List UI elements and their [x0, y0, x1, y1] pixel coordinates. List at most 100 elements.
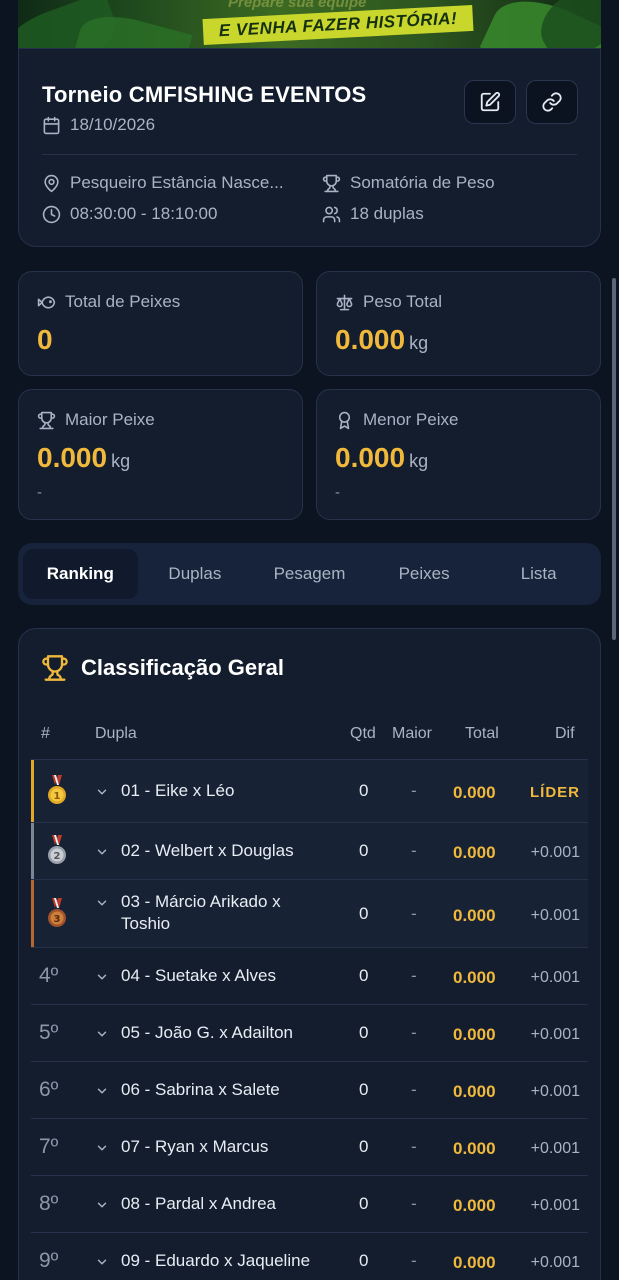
team-dif: +0.001: [530, 1026, 580, 1043]
tab-lista[interactable]: Lista: [481, 549, 596, 599]
stat-total-fish-label: Total de Peixes: [37, 292, 180, 312]
team-name: 06 - Sabrina x Salete: [121, 1080, 280, 1099]
team-maior: -: [411, 841, 417, 860]
team-maior: -: [411, 1251, 417, 1270]
chevron-down-icon[interactable]: [95, 1255, 109, 1269]
team-dif: LÍDER: [530, 784, 580, 801]
stat-total-weight-label: Peso Total: [335, 292, 442, 312]
table-row[interactable]: 1 01 - Eike x Léo 0 - 0.000 LÍDER: [31, 759, 588, 822]
team-total: 0.000: [453, 1025, 496, 1044]
table-row[interactable]: 2 02 - Welbert x Douglas 0 - 0.000 +0.00…: [31, 822, 588, 879]
team-position: 6º: [39, 1078, 59, 1101]
stat-biggest-label: Maior Peixe: [37, 410, 155, 430]
event-date-text: 18/10/2026: [70, 115, 156, 134]
stat-biggest-fish: Maior Peixe 0.000 kg -: [18, 389, 303, 520]
chevron-down-icon[interactable]: [95, 845, 109, 859]
team-position: 9º: [39, 1249, 59, 1272]
chevron-down-icon[interactable]: [95, 970, 109, 984]
team-position: 8º: [39, 1192, 59, 1215]
team-total: 0.000: [453, 1253, 496, 1272]
silver-medal-icon: 2: [48, 835, 66, 864]
team-position: 4º: [39, 964, 59, 987]
team-qtd: 0: [359, 841, 369, 860]
col-total: Total: [465, 725, 499, 742]
tab-duplas[interactable]: Duplas: [138, 549, 253, 599]
team-position: 7º: [39, 1135, 59, 1158]
calendar-icon: [43, 116, 60, 134]
edit-button[interactable]: [464, 80, 516, 124]
scrollbar[interactable]: [612, 278, 616, 640]
team-qtd: 0: [359, 966, 369, 985]
stat-total-fish-text: Total de Peixes: [65, 292, 181, 311]
team-qtd: 0: [359, 1080, 369, 1099]
bronze-medal-icon: 3: [48, 898, 66, 927]
table-row[interactable]: 4º 04 - Suetake x Alves 0 - 0.000 +0.001: [31, 947, 588, 1004]
chevron-down-icon[interactable]: [95, 1141, 109, 1155]
map-pin-icon: [44, 174, 59, 192]
team-qtd: 0: [359, 781, 369, 800]
team-dif: +0.001: [530, 844, 580, 861]
team-maior: -: [411, 904, 417, 923]
tab-ranking[interactable]: Ranking: [23, 549, 138, 599]
team-total: 0.000: [453, 1082, 496, 1101]
table-row[interactable]: 6º 06 - Sabrina x Salete 0 - 0.000 +0.00…: [31, 1061, 588, 1118]
stat-total-weight-value: 0.000 kg: [335, 324, 428, 356]
team-qtd: 0: [359, 1194, 369, 1213]
svg-text:2: 2: [54, 851, 61, 862]
event-location: Pesqueiro Estância Nasce...: [42, 173, 284, 193]
table-row[interactable]: 9º 09 - Eduardo x Jaqueline 0 - 0.000 +0…: [31, 1232, 588, 1280]
stat-biggest-unit: kg: [111, 451, 131, 471]
team-qtd: 0: [359, 1137, 369, 1156]
stat-smallest-value: 0.000 kg: [335, 442, 428, 474]
scale-icon: [336, 294, 353, 310]
svg-text:3: 3: [54, 914, 61, 925]
team-total: 0.000: [453, 843, 496, 862]
tab-peixes[interactable]: Peixes: [367, 549, 482, 599]
stat-total-weight: Peso Total 0.000 kg: [316, 271, 601, 376]
team-qtd: 0: [359, 1023, 369, 1042]
event-teams: 18 duplas: [322, 204, 424, 224]
table-row[interactable]: 8º 08 - Pardal x Andrea 0 - 0.000 +0.001: [31, 1175, 588, 1232]
chevron-down-icon[interactable]: [95, 1084, 109, 1098]
chevron-down-icon[interactable]: [95, 1198, 109, 1212]
tab-pesagem[interactable]: Pesagem: [252, 549, 367, 599]
ranking-title: Classificação Geral: [41, 654, 284, 682]
chevron-down-icon[interactable]: [95, 1027, 109, 1041]
event-mode-text: Somatória de Peso: [350, 173, 495, 192]
event-time-text: 08:30:00 - 18:10:00: [70, 204, 218, 223]
event-location-text: Pesqueiro Estância Nasce...: [70, 173, 284, 192]
trophy-icon: [42, 655, 68, 681]
stat-biggest-sub: -: [37, 484, 42, 501]
share-link-button[interactable]: [526, 80, 578, 124]
stat-smallest-sub: -: [335, 484, 340, 501]
chevron-down-icon[interactable]: [95, 896, 109, 910]
row-accent: [31, 880, 34, 947]
team-name: 09 - Eduardo x Jaqueline: [121, 1251, 311, 1270]
users-icon: [322, 206, 341, 222]
team-maior: -: [411, 781, 417, 800]
ranking-rows: 1 01 - Eike x Léo 0 - 0.000 LÍDER 2 02 -…: [31, 759, 588, 1280]
banner-text-top: Prepare sua equipe: [228, 0, 367, 11]
chevron-down-icon[interactable]: [95, 785, 109, 799]
event-time: 08:30:00 - 18:10:00: [42, 204, 217, 224]
col-maior: Maior: [392, 725, 433, 742]
fish-icon: [37, 295, 56, 309]
award-icon: [338, 411, 351, 429]
team-dif: +0.001: [530, 1083, 580, 1100]
stat-biggest-value: 0.000 kg: [37, 442, 130, 474]
table-row[interactable]: 7º 07 - Ryan x Marcus 0 - 0.000 +0.001: [31, 1118, 588, 1175]
col-qtd: Qtd: [350, 725, 376, 742]
team-name: 05 - João G. x Adailton: [121, 1023, 293, 1042]
team-maior: -: [411, 966, 417, 985]
stat-smallest-text: Menor Peixe: [363, 410, 459, 429]
table-row[interactable]: 5º 05 - João G. x Adailton 0 - 0.000 +0.…: [31, 1004, 588, 1061]
event-info-card: Torneio CMFISHING EVENTOS 18/10/2026 Pes…: [18, 48, 601, 247]
trophy-icon: [37, 411, 56, 429]
team-maior: -: [411, 1023, 417, 1042]
team-total: 0.000: [453, 906, 496, 925]
stat-smallest-number: 0.000: [335, 442, 406, 473]
stat-total-weight-text: Peso Total: [363, 292, 443, 311]
event-title: Torneio CMFISHING EVENTOS: [42, 82, 367, 107]
team-name: 03 - Márcio Arikado x Toshio: [121, 892, 281, 933]
table-row[interactable]: 3 03 - Márcio Arikado x Toshio 0 - 0.000…: [31, 879, 588, 947]
